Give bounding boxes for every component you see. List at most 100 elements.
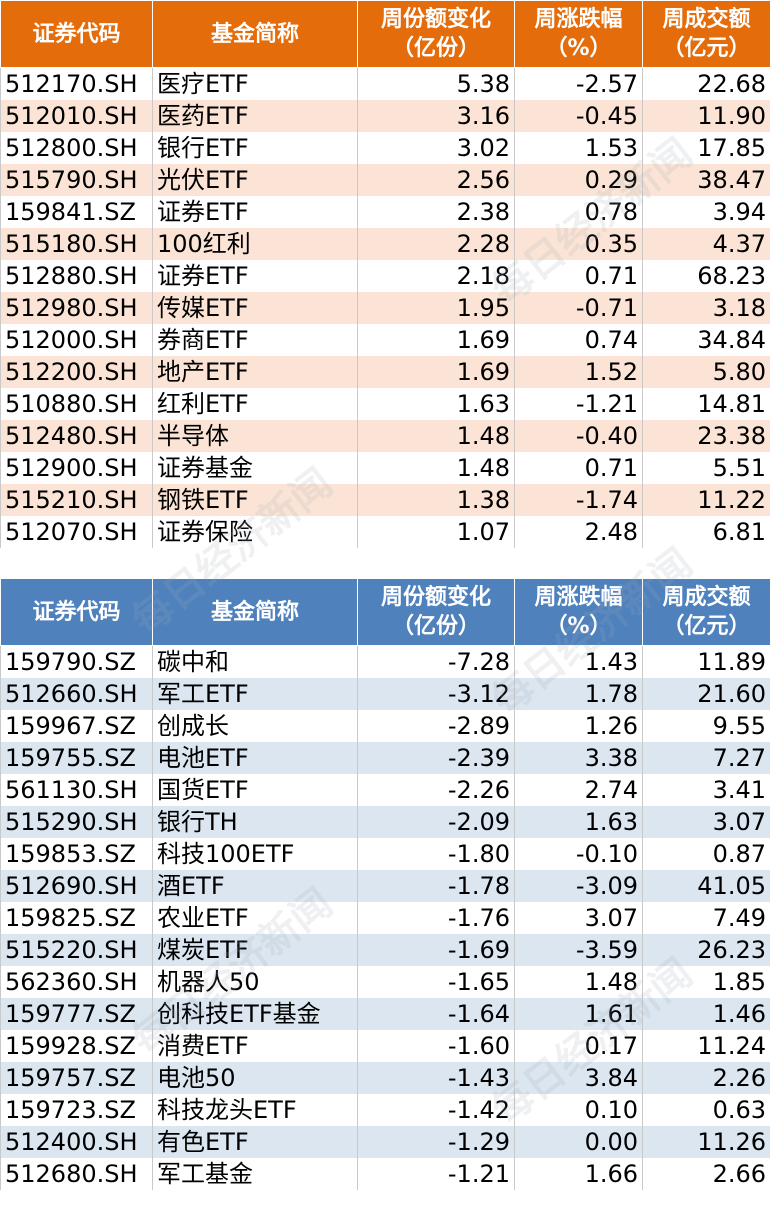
cell-change-pct: 0.17 [514,1030,643,1062]
cell-fund-name: 消费ETF [152,1030,358,1062]
outflow-table: 证券代码 基金简称 周份额变化 （亿份） 周涨跌幅 （%） 周成交额 （亿元） 159… [0,578,770,1190]
cell-change-pct: 3.07 [514,902,643,934]
cell-share-change: 1.69 [357,324,515,356]
cell-code: 512010.SH [0,100,153,132]
cell-turnover: 11.26 [642,1126,770,1158]
cell-fund-name: 军工ETF [152,678,358,710]
cell-turnover: 3.18 [642,292,770,324]
cell-share-change: -1.29 [357,1126,515,1158]
cell-code: 512800.SH [0,132,153,164]
cell-change-pct: 3.38 [514,742,643,774]
cell-turnover: 22.68 [642,67,770,100]
cell-turnover: 0.87 [642,838,770,870]
cell-code: 512200.SH [0,356,153,388]
cell-code: 159723.SZ [0,1094,153,1126]
cell-share-change: -2.09 [357,806,515,838]
cell-share-change: 1.38 [357,484,515,516]
cell-turnover: 3.41 [642,774,770,806]
cell-change-pct: 0.29 [514,164,643,196]
inflow-table: 证券代码 基金简称 周份额变化 （亿份） 周涨跌幅 （%） 周成交额 （亿元） 512… [0,0,770,548]
cell-share-change: -2.39 [357,742,515,774]
cell-fund-name: 红利ETF [152,388,358,420]
cell-turnover: 5.51 [642,452,770,484]
table-row: 515790.SH 光伏ETF 2.56 0.29 38.47 [0,164,770,196]
cell-share-change: -2.89 [357,710,515,742]
inflow-table-header: 证券代码 基金简称 周份额变化 （亿份） 周涨跌幅 （%） 周成交额 （亿元） [0,0,770,68]
cell-change-pct: -3.59 [514,934,643,966]
cell-turnover: 2.66 [642,1158,770,1190]
table-row: 159853.SZ 科技100ETF -1.80 -0.10 0.87 [0,838,770,870]
cell-share-change: -3.12 [357,678,515,710]
header-share-change: 周份额变化 （亿份） [357,0,515,68]
cell-fund-name: 有色ETF [152,1126,358,1158]
cell-change-pct: 1.66 [514,1158,643,1190]
table-row: 512900.SH 证券基金 1.48 0.71 5.51 [0,452,770,484]
cell-share-change: 3.16 [357,100,515,132]
cell-turnover: 3.07 [642,806,770,838]
table-row: 159777.SZ 创科技ETF基金 -1.64 1.61 1.46 [0,998,770,1030]
cell-change-pct: 3.84 [514,1062,643,1094]
cell-code: 159841.SZ [0,196,153,228]
cell-share-change: -1.43 [357,1062,515,1094]
cell-change-pct: -0.45 [514,100,643,132]
table-row: 512000.SH 券商ETF 1.69 0.74 34.84 [0,324,770,356]
cell-code: 159790.SZ [0,645,153,678]
cell-share-change: 2.56 [357,164,515,196]
cell-change-pct: -3.09 [514,870,643,902]
cell-turnover: 14.81 [642,388,770,420]
outflow-table-header: 证券代码 基金简称 周份额变化 （亿份） 周涨跌幅 （%） 周成交额 （亿元） [0,578,770,646]
cell-fund-name: 证券保险 [152,516,358,548]
cell-code: 159853.SZ [0,838,153,870]
cell-code: 515210.SH [0,484,153,516]
table-row: 515220.SH 煤炭ETF -1.69 -3.59 26.23 [0,934,770,966]
cell-share-change: -2.26 [357,774,515,806]
table-row: 512400.SH 有色ETF -1.29 0.00 11.26 [0,1126,770,1158]
cell-change-pct: 1.61 [514,998,643,1030]
table-row: 562360.SH 机器人50 -1.65 1.48 1.85 [0,966,770,998]
table-row: 512010.SH 医药ETF 3.16 -0.45 11.90 [0,100,770,132]
cell-turnover: 11.90 [642,100,770,132]
cell-change-pct: 1.53 [514,132,643,164]
cell-code: 159777.SZ [0,998,153,1030]
header-code: 证券代码 [0,578,153,646]
cell-change-pct: 2.48 [514,516,643,548]
table-row: 159928.SZ 消费ETF -1.60 0.17 11.24 [0,1030,770,1062]
cell-share-change: -1.69 [357,934,515,966]
cell-turnover: 6.81 [642,516,770,548]
cell-fund-name: 传媒ETF [152,292,358,324]
cell-share-change: -1.65 [357,966,515,998]
cell-turnover: 0.63 [642,1094,770,1126]
cell-code: 562360.SH [0,966,153,998]
cell-share-change: -1.21 [357,1158,515,1190]
table-row: 512880.SH 证券ETF 2.18 0.71 68.23 [0,260,770,292]
cell-fund-name: 地产ETF [152,356,358,388]
cell-fund-name: 碳中和 [152,645,358,678]
cell-fund-name: 科技龙头ETF [152,1094,358,1126]
cell-turnover: 17.85 [642,132,770,164]
table-row: 515290.SH 银行TH -2.09 1.63 3.07 [0,806,770,838]
cell-code: 515290.SH [0,806,153,838]
table-row: 515210.SH 钢铁ETF 1.38 -1.74 11.22 [0,484,770,516]
cell-share-change: -1.64 [357,998,515,1030]
cell-change-pct: 1.43 [514,645,643,678]
cell-turnover: 23.38 [642,420,770,452]
table-row: 159757.SZ 电池50 -1.43 3.84 2.26 [0,1062,770,1094]
cell-share-change: 2.18 [357,260,515,292]
table-row: 512170.SH 医疗ETF 5.38 -2.57 22.68 [0,67,770,100]
table-row: 512480.SH 半导体 1.48 -0.40 23.38 [0,420,770,452]
cell-change-pct: 0.71 [514,452,643,484]
table-row: 512800.SH 银行ETF 3.02 1.53 17.85 [0,132,770,164]
cell-fund-name: 医疗ETF [152,67,358,100]
cell-code: 512900.SH [0,452,153,484]
cell-share-change: 3.02 [357,132,515,164]
cell-change-pct: 0.00 [514,1126,643,1158]
cell-code: 515790.SH [0,164,153,196]
header-change-pct: 周涨跌幅 （%） [514,0,643,68]
table-row: 159967.SZ 创成长 -2.89 1.26 9.55 [0,710,770,742]
cell-turnover: 1.46 [642,998,770,1030]
cell-fund-name: 创科技ETF基金 [152,998,358,1030]
cell-change-pct: 1.26 [514,710,643,742]
cell-change-pct: -1.21 [514,388,643,420]
cell-code: 512000.SH [0,324,153,356]
table-row: 159755.SZ 电池ETF -2.39 3.38 7.27 [0,742,770,774]
